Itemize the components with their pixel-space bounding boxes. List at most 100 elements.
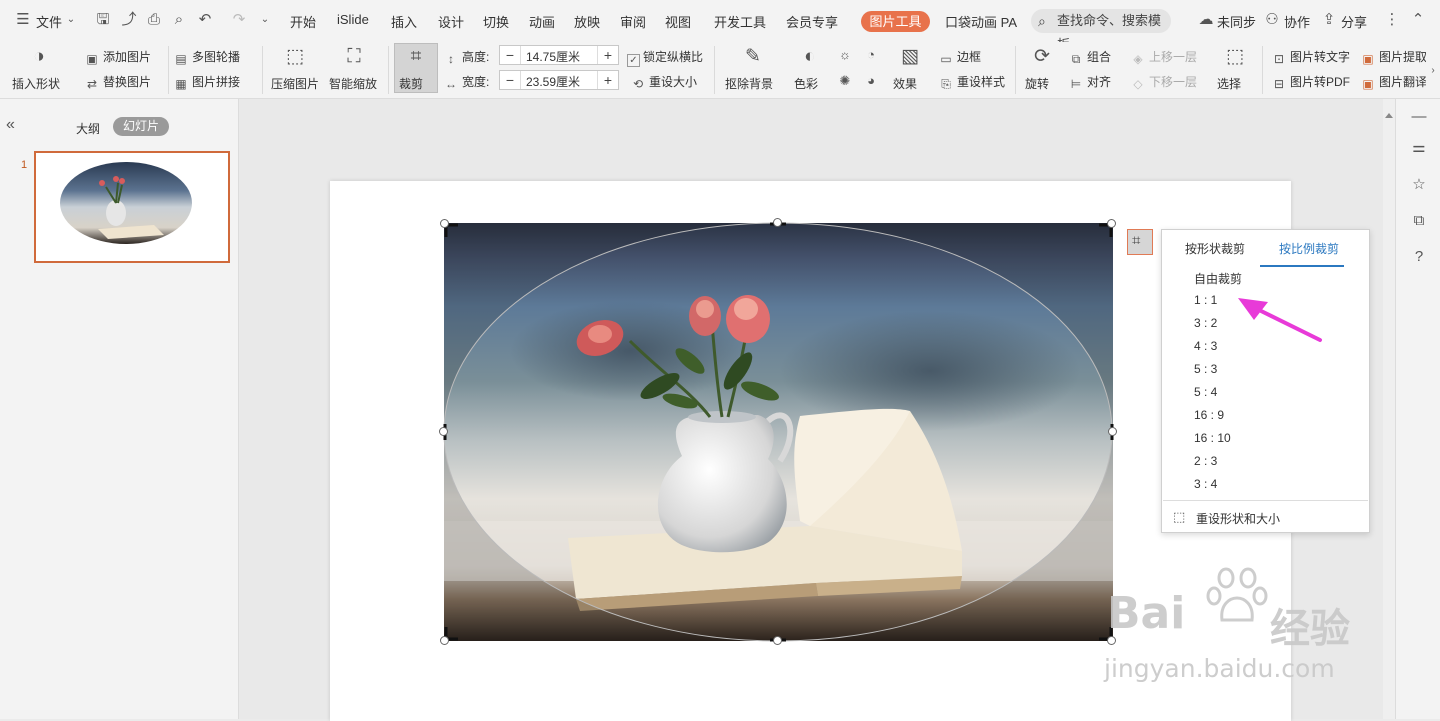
ribbon-scroll-right-icon[interactable]: › [1428,62,1438,80]
crop-option-5-3[interactable]: 5 : 3 [1194,362,1217,376]
collapse-panel-icon[interactable]: « [6,116,15,134]
tab-outline[interactable]: 大纲 [76,120,100,137]
rotate-icon[interactable]: ⟳ [1029,45,1055,69]
more-icon[interactable]: ⋮ [1383,11,1401,29]
tab-view[interactable]: 视图 [665,12,691,31]
replace-picture-button[interactable]: ⇄ 替换图片 [84,73,151,91]
group-button[interactable]: ⧉ 组合 [1068,48,1111,66]
minus-icon[interactable]: − [500,46,521,64]
settings-sliders-icon[interactable]: ⚌ [1409,138,1429,158]
height-value[interactable]: 14.75厘米 [526,48,580,65]
resize-handle[interactable] [1108,427,1117,436]
slide-canvas[interactable] [330,181,1291,721]
tab-pocket-animation[interactable]: 口袋动画 PA [945,12,1017,31]
resize-handle[interactable] [773,636,782,645]
reset-size-button[interactable]: ⟲ 重设大小 [630,73,697,91]
resize-handle[interactable] [439,427,448,436]
tab-picture-tools[interactable]: 图片工具 [861,11,930,32]
insert-shape-button[interactable]: 插入形状 [12,75,60,92]
print-icon[interactable]: ⎙ [145,11,163,29]
tab-member[interactable]: 会员专享 [786,12,838,31]
file-menu[interactable]: 文件 [36,12,62,31]
picture-to-pdf-button[interactable]: ⊟ 图片转PDF [1271,73,1350,91]
collaborate-button[interactable]: 协作 [1284,12,1310,31]
resize-handle[interactable] [440,219,449,228]
slide-thumbnail[interactable] [34,151,230,263]
lock-aspect-checkbox[interactable]: ✓ 锁定纵横比 [627,48,703,67]
contrast-down-icon[interactable]: ◕ [862,72,880,90]
chevron-down-icon[interactable]: ⌄ [62,11,80,29]
compress-picture-button[interactable]: 压缩图片 [271,75,319,92]
tab-transition[interactable]: 切换 [483,12,509,31]
crop-option-2-3[interactable]: 2 : 3 [1194,454,1217,468]
undo-icon[interactable]: ↶ [196,11,214,29]
picture-object[interactable] [330,181,1291,721]
compress-icon[interactable]: ⬚ [282,45,308,69]
star-icon[interactable]: ☆ [1409,175,1429,195]
border-button[interactable]: ▭ 边框 [938,48,981,66]
tab-animation[interactable]: 动画 [529,12,555,31]
color-icon[interactable]: ◐ [797,45,823,69]
crop-option-1-1[interactable]: 1 : 1 [1194,293,1217,307]
tab-crop-by-ratio[interactable]: 按比例裁剪 [1279,240,1339,257]
tab-slideshow[interactable]: 放映 [574,12,600,31]
smart-zoom-icon[interactable]: ⛶ [341,45,367,69]
bring-forward-button[interactable]: ◈ 上移一层 [1130,48,1197,66]
plus-icon[interactable]: + [597,71,618,89]
crop-option-16-10[interactable]: 16 : 10 [1194,431,1231,445]
sync-status[interactable]: 未同步 [1217,12,1256,31]
crop-option-5-4[interactable]: 5 : 4 [1194,385,1217,399]
collapse-ribbon-icon[interactable]: ⌃ [1409,11,1427,29]
tab-home[interactable]: 开始 [290,12,316,31]
help-icon[interactable]: ? [1409,247,1429,267]
crop-option-3-4[interactable]: 3 : 4 [1194,477,1217,491]
save-icon[interactable]: 🖫 [94,11,112,29]
scroll-up-icon[interactable] [1385,113,1393,118]
select-button[interactable]: 选择 [1217,75,1241,92]
share-button[interactable]: 分享 [1341,12,1367,31]
color-button[interactable]: 色彩 [794,75,818,92]
redo-icon[interactable]: ↷ [230,11,248,29]
tab-crop-by-shape[interactable]: 按形状裁剪 [1185,240,1245,257]
comment-icon[interactable]: ⧉ [1409,211,1429,231]
search-commands-box[interactable]: ⌕ 查找命令、搜索模板 [1031,9,1171,52]
crop-option-4-3[interactable]: 4 : 3 [1194,339,1217,353]
brightness-down-icon[interactable]: ✺ [836,72,854,90]
floating-crop-button[interactable]: ⌗ [1127,229,1153,255]
contrast-up-icon[interactable]: ◔ [862,46,880,64]
multi-carousel-button[interactable]: ▤ 多图轮播 [173,48,240,66]
tab-developer[interactable]: 开发工具 [714,12,766,31]
picture-to-text-button[interactable]: ⊡ 图片转文字 [1271,48,1350,66]
tab-design[interactable]: 设计 [438,12,464,31]
send-backward-button[interactable]: ◇ 下移一层 [1130,73,1197,91]
crop-option-16-9[interactable]: 16 : 9 [1194,408,1224,422]
brightness-up-icon[interactable]: ☼ [836,46,854,64]
add-picture-button[interactable]: ▣ 添加图片 [84,48,151,66]
remove-background-icon[interactable]: ✎ [740,45,766,69]
smart-zoom-button[interactable]: 智能缩放 [329,75,377,92]
crop-option-3-2[interactable]: 3 : 2 [1194,316,1217,330]
rotate-button[interactable]: 旋转 [1025,75,1049,92]
align-button[interactable]: ⊨ 对齐 [1068,73,1111,91]
collapse-icon[interactable]: — [1409,107,1429,127]
effects-icon[interactable]: ▧ [897,45,923,69]
width-stepper[interactable]: − 23.59厘米 + [499,70,619,90]
select-icon[interactable]: ⬚ [1222,45,1248,69]
picture-translate-button[interactable]: ▣ 图片翻译 [1360,73,1426,91]
height-stepper[interactable]: − 14.75厘米 + [499,45,619,65]
width-value[interactable]: 23.59厘米 [526,73,580,90]
reset-style-button[interactable]: ⎘ 重设样式 [938,73,1005,91]
tab-slides[interactable]: 幻灯片 [113,117,169,136]
effects-button[interactable]: 效果 [893,75,917,92]
picture-extract-button[interactable]: ▣ 图片提取 [1360,48,1426,66]
plus-icon[interactable]: + [597,46,618,64]
crop-option-free[interactable]: 自由裁剪 [1194,270,1242,287]
export-icon[interactable]: ⤴ [120,11,138,29]
picture-stitch-button[interactable]: ▦ 图片拼接 [173,73,240,91]
resize-handle[interactable] [440,636,449,645]
tab-insert[interactable]: 插入 [391,12,417,31]
print-preview-icon[interactable]: ⌕ [170,11,188,29]
reset-shape-size-option[interactable]: 重设形状和大小 [1196,510,1280,527]
hamburger-icon[interactable]: ☰ [14,11,32,29]
resize-handle[interactable] [773,218,782,227]
